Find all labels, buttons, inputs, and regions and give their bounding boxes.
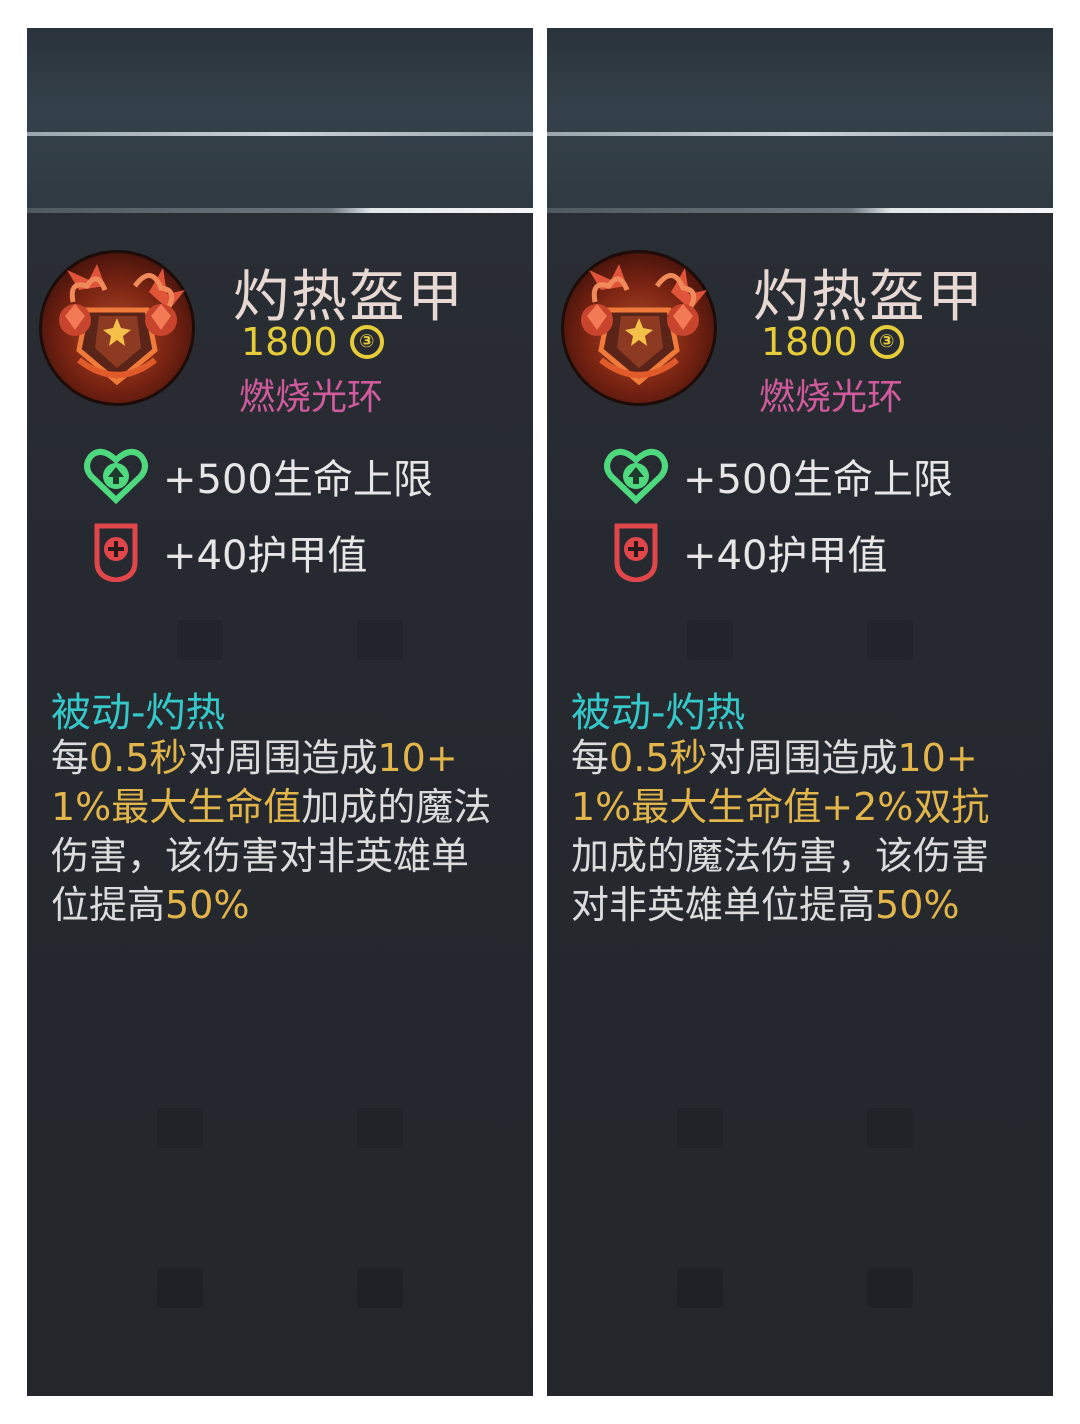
item-price-row: 1800 ③ bbox=[761, 320, 904, 364]
stat-armor: +40护甲值 bbox=[83, 522, 367, 582]
background-grid-cell bbox=[677, 1268, 723, 1308]
background-grid-cell bbox=[867, 1268, 913, 1308]
item-price-row: 1800 ③ bbox=[241, 320, 384, 364]
desc-highlight: 0.5秒 bbox=[89, 736, 188, 780]
background-grid-cell bbox=[867, 1108, 913, 1148]
desc-highlight: 50% bbox=[165, 883, 250, 927]
header-divider bbox=[27, 208, 533, 213]
scorching-armor-item-icon bbox=[561, 250, 717, 406]
passive-description: 每0.5秒对周围造成10+1%最大生命值加成的魔法伤害，该伤害对非英雄单位提高5… bbox=[51, 734, 503, 930]
stat-max-hp: +500生命上限 bbox=[603, 446, 953, 506]
heart-plus-icon bbox=[83, 446, 149, 506]
item-tooltip-panel-right: 灼热盔甲 1800 ③ 燃烧光环 +500生命上限 +40护甲值 被动-灼热 每… bbox=[547, 28, 1053, 1396]
tooltip-header-bar bbox=[27, 28, 533, 213]
background-grid-cell bbox=[687, 620, 733, 660]
item-price: 1800 bbox=[761, 320, 858, 364]
background-grid-cell bbox=[157, 1108, 203, 1148]
stat-armor: +40护甲值 bbox=[603, 522, 887, 582]
stat-armor-text: +40护甲值 bbox=[683, 533, 888, 579]
stat-armor-text: +40护甲值 bbox=[163, 533, 368, 579]
heart-plus-icon bbox=[603, 446, 669, 506]
stat-max-hp-text: +500生命上限 bbox=[163, 457, 433, 503]
item-price: 1800 bbox=[241, 320, 338, 364]
gold-coin-icon: ③ bbox=[869, 325, 904, 359]
armor-shield-icon bbox=[603, 522, 669, 582]
background-grid-cell bbox=[357, 1108, 403, 1148]
header-divider bbox=[547, 132, 1053, 136]
desc-text: 每 bbox=[571, 736, 610, 780]
scorching-armor-item-icon bbox=[39, 250, 195, 406]
desc-highlight: 0.5秒 bbox=[609, 736, 708, 780]
background-grid-cell bbox=[867, 620, 913, 660]
background-grid-cell bbox=[177, 620, 223, 660]
background-grid-cell bbox=[357, 1268, 403, 1308]
background-grid-cell bbox=[357, 620, 403, 660]
background-grid-cell bbox=[157, 1268, 203, 1308]
tooltip-header-bar bbox=[547, 28, 1053, 213]
header-divider bbox=[27, 132, 533, 136]
desc-text: 每 bbox=[51, 736, 90, 780]
item-aura-name: 燃烧光环 bbox=[239, 377, 384, 418]
passive-description: 每0.5秒对周围造成10+1%最大生命值+2%双抗加成的魔法伤害，该伤害对非英雄… bbox=[571, 734, 1023, 930]
gold-coin-icon: ③ bbox=[349, 325, 384, 359]
stat-max-hp: +500生命上限 bbox=[83, 446, 433, 506]
desc-highlight: 50% bbox=[875, 883, 960, 927]
header-divider bbox=[547, 208, 1053, 213]
item-tooltip-panel-left: 灼热盔甲 1800 ③ 燃烧光环 +500生命上限 +40护甲值 被动-灼热 每… bbox=[27, 28, 533, 1396]
stat-max-hp-text: +500生命上限 bbox=[683, 457, 953, 503]
item-aura-name: 燃烧光环 bbox=[759, 377, 904, 418]
desc-text: 对周围造成 bbox=[187, 736, 378, 780]
passive-title: 被动-灼热 bbox=[571, 690, 746, 736]
armor-shield-icon bbox=[83, 522, 149, 582]
passive-title: 被动-灼热 bbox=[51, 690, 226, 736]
background-grid-cell bbox=[677, 1108, 723, 1148]
desc-text: 对周围造成 bbox=[707, 736, 898, 780]
